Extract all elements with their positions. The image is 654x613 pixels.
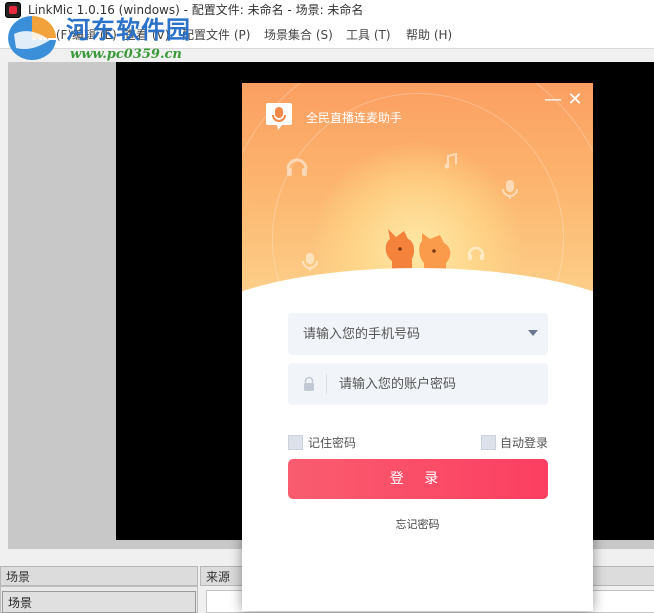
password-input[interactable] [339, 363, 539, 405]
app-name: 全民直播连麦助手 [306, 111, 403, 125]
login-button[interactable]: 登 录 [288, 459, 548, 499]
chevron-down-icon[interactable] [528, 330, 538, 336]
scenes-list: 场景 [0, 586, 198, 613]
music-note-icon [444, 153, 457, 169]
login-banner: 全民直播连麦助手 — ✕ [242, 83, 593, 300]
close-button[interactable]: ✕ [566, 91, 584, 109]
menu-scene-collection[interactable]: 场景集合 (S) [264, 26, 333, 43]
remember-password-checkbox[interactable] [288, 435, 303, 450]
forgot-password-link[interactable]: 忘记密码 [242, 516, 593, 532]
headphones-icon [467, 246, 485, 260]
menu-tools[interactable]: 工具 (T) [346, 26, 391, 43]
scenes-dock-title: 场景 [6, 570, 31, 584]
password-field[interactable] [288, 363, 548, 405]
watermark-url: www.pc0359.cn [70, 47, 182, 62]
login-dialog: 全民直播连麦助手 — ✕ 记住密码 自动登录 登 录 忘记密码 [242, 83, 593, 611]
scenes-dock-header: 场景 [0, 566, 198, 586]
phone-input[interactable] [303, 313, 523, 355]
headphones-icon [286, 158, 308, 176]
scene-list-item-label: 场景 [8, 596, 33, 610]
watermark-title: 河东软件园 [66, 15, 191, 44]
menu-help[interactable]: 帮助 (H) [406, 26, 452, 43]
field-divider [326, 374, 327, 394]
lock-icon [304, 376, 314, 391]
menu-profile[interactable]: 配置文件 (P) [182, 26, 250, 43]
auto-login-checkbox[interactable] [481, 435, 496, 450]
watermark-logo-icon [8, 16, 56, 60]
remember-password-label[interactable]: 记住密码 [308, 434, 356, 451]
microphone-bubble-icon [266, 103, 292, 130]
microphone-icon [302, 253, 318, 271]
sources-dock-title: 来源 [206, 570, 231, 584]
scene-list-item[interactable]: 场景 [2, 591, 196, 613]
phone-field[interactable] [288, 313, 548, 355]
microphone-icon [502, 180, 518, 199]
auto-login-label[interactable]: 自动登录 [500, 434, 548, 451]
minimize-button[interactable]: — [544, 91, 562, 109]
